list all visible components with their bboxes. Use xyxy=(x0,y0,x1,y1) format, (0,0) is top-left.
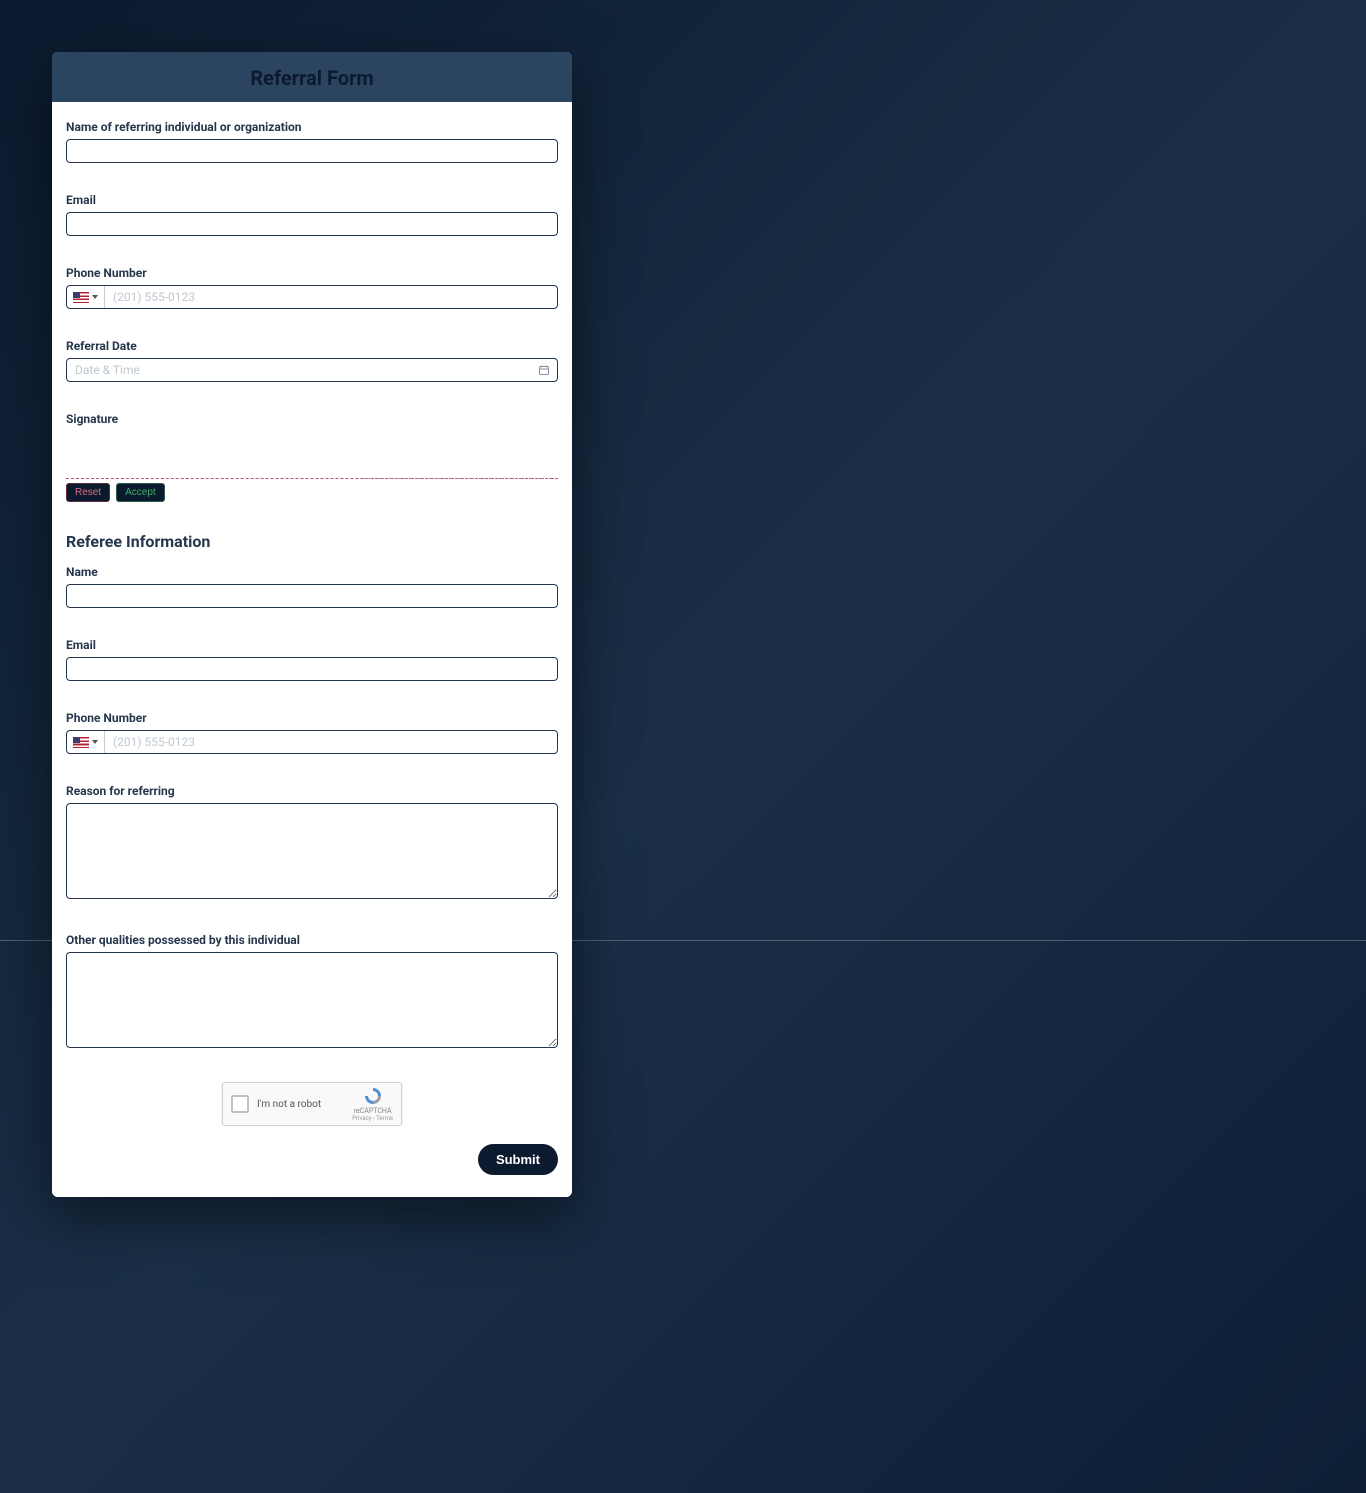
submit-button[interactable]: Submit xyxy=(478,1144,558,1175)
referral-date-field: Referral Date xyxy=(66,339,558,382)
referee-name-label: Name xyxy=(66,565,558,579)
qualities-label: Other qualities possessed by this indivi… xyxy=(66,933,558,947)
recaptcha-icon xyxy=(363,1086,383,1106)
referrer-phone-input[interactable] xyxy=(105,286,557,308)
referee-phone-field: Phone Number xyxy=(66,711,558,754)
caret-down-icon xyxy=(92,295,98,299)
country-select[interactable] xyxy=(67,286,105,308)
recaptcha-logo: reCAPTCHA Privacy - Terms xyxy=(352,1086,393,1122)
signature-pad[interactable] xyxy=(66,431,558,479)
signature-reset-button[interactable]: Reset xyxy=(66,483,110,502)
referee-name-input[interactable] xyxy=(66,584,558,608)
country-select[interactable] xyxy=(67,731,105,753)
signature-label: Signature xyxy=(66,412,558,426)
reason-textarea[interactable] xyxy=(66,803,558,899)
signature-accept-button[interactable]: Accept xyxy=(116,483,165,502)
referee-phone-wrap xyxy=(66,730,558,754)
qualities-field: Other qualities possessed by this indivi… xyxy=(66,933,558,1052)
captcha-wrap: I'm not a robot reCAPTCHA Privacy - Term… xyxy=(66,1082,558,1126)
referrer-phone-wrap xyxy=(66,285,558,309)
signature-field: Signature Reset Accept xyxy=(66,412,558,502)
referee-phone-input[interactable] xyxy=(105,731,557,753)
referral-form-card: Referral Form Name of referring individu… xyxy=(52,52,572,1197)
caret-down-icon xyxy=(92,740,98,744)
referee-email-label: Email xyxy=(66,638,558,652)
referrer-email-label: Email xyxy=(66,193,558,207)
referee-email-field: Email xyxy=(66,638,558,681)
referee-name-field: Name xyxy=(66,565,558,608)
referrer-email-field: Email xyxy=(66,193,558,236)
flag-us-icon xyxy=(73,737,89,748)
flag-us-icon xyxy=(73,292,89,303)
form-title: Referral Form xyxy=(52,52,572,102)
referral-date-label: Referral Date xyxy=(66,339,558,353)
referrer-name-label: Name of referring individual or organiza… xyxy=(66,120,558,134)
signature-buttons: Reset Accept xyxy=(66,483,558,502)
reason-label: Reason for referring xyxy=(66,784,558,798)
recaptcha-box: I'm not a robot reCAPTCHA Privacy - Term… xyxy=(222,1082,402,1126)
recaptcha-label: I'm not a robot xyxy=(257,1099,344,1110)
referee-heading: Referee Information xyxy=(66,532,558,551)
referee-phone-label: Phone Number xyxy=(66,711,558,725)
submit-row: Submit xyxy=(66,1144,558,1175)
referee-email-input[interactable] xyxy=(66,657,558,681)
referrer-email-input[interactable] xyxy=(66,212,558,236)
recaptcha-checkbox[interactable] xyxy=(231,1095,249,1113)
reason-field: Reason for referring xyxy=(66,784,558,903)
referrer-phone-label: Phone Number xyxy=(66,266,558,280)
referral-date-input[interactable] xyxy=(66,358,558,382)
recaptcha-terms: Privacy - Terms xyxy=(352,1115,393,1122)
referrer-name-field: Name of referring individual or organiza… xyxy=(66,120,558,163)
recaptcha-brand: reCAPTCHA xyxy=(354,1107,392,1115)
referral-date-wrap xyxy=(66,358,558,382)
form-body: Name of referring individual or organiza… xyxy=(52,102,572,1197)
referrer-phone-field: Phone Number xyxy=(66,266,558,309)
referrer-name-input[interactable] xyxy=(66,139,558,163)
qualities-textarea[interactable] xyxy=(66,952,558,1048)
